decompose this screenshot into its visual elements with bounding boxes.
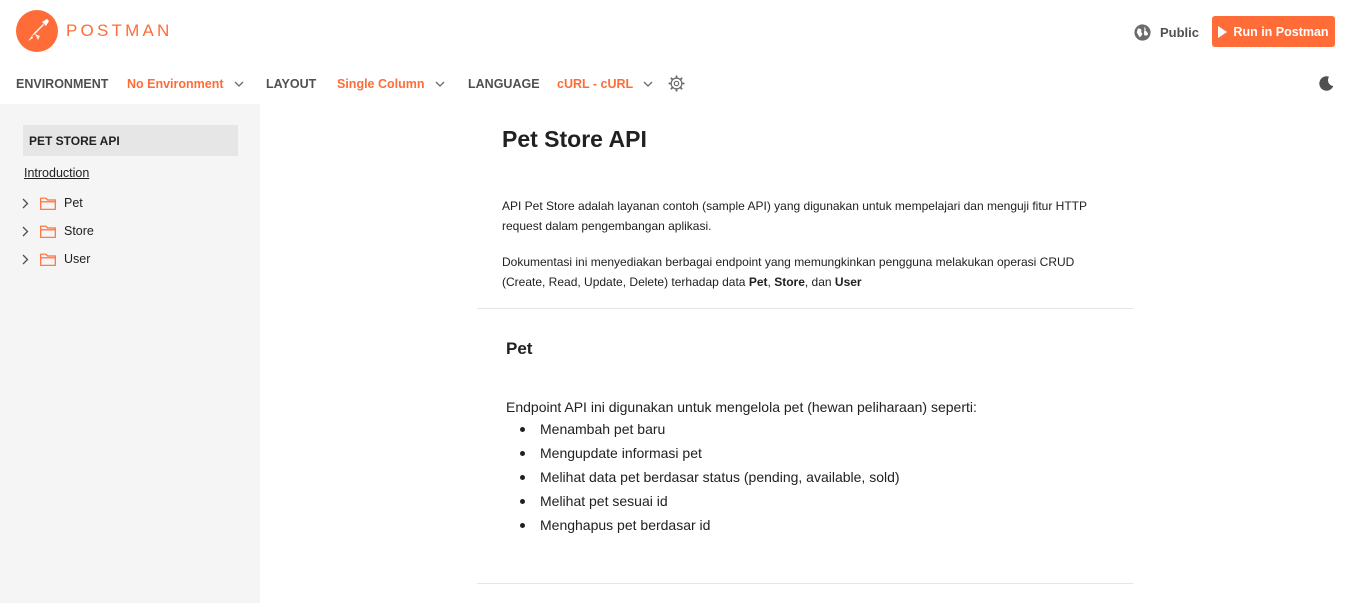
folder-label: Store bbox=[64, 224, 94, 238]
postman-logo[interactable]: POSTMAN bbox=[16, 10, 172, 52]
list-item: Menghapus pet berdasar id bbox=[516, 513, 900, 537]
folder-icon bbox=[40, 225, 56, 238]
list-item: Melihat pet sesuai id bbox=[516, 489, 900, 513]
environment-dropdown[interactable]: No Environment bbox=[127, 77, 244, 91]
folder-icon bbox=[40, 197, 56, 210]
run-in-postman-button[interactable]: Run in Postman bbox=[1212, 16, 1335, 47]
sidebar-folder-user[interactable]: User bbox=[18, 249, 90, 269]
public-label: Public bbox=[1160, 25, 1200, 40]
layout-dropdown[interactable]: Single Column bbox=[337, 77, 445, 91]
sidebar: PET STORE API Introduction Pet Store Use… bbox=[0, 104, 260, 603]
chevron-down-icon bbox=[435, 81, 444, 87]
top-bar: POSTMAN Public Run in Postman bbox=[0, 0, 1351, 64]
language-value: cURL - cURL bbox=[557, 77, 634, 91]
separator-text: , dan bbox=[804, 275, 835, 289]
section-title-pet: Pet bbox=[506, 339, 533, 358]
introduction-link[interactable]: Introduction bbox=[24, 166, 89, 180]
list-item: Mengupdate informasi pet bbox=[516, 441, 900, 465]
gear-icon[interactable] bbox=[668, 75, 685, 92]
language-dropdown[interactable]: cURL - cURL bbox=[557, 77, 653, 91]
public-visibility[interactable]: Public bbox=[1133, 23, 1199, 42]
section-divider bbox=[477, 583, 1133, 584]
layout-value: Single Column bbox=[337, 77, 425, 91]
sidebar-folder-pet[interactable]: Pet bbox=[18, 193, 83, 213]
section-intro: Endpoint API ini digunakan untuk mengelo… bbox=[506, 399, 977, 415]
folder-label: Pet bbox=[64, 196, 83, 210]
pet-operations-list: Menambah pet baru Mengupdate informasi p… bbox=[516, 417, 900, 537]
chevron-down-icon bbox=[643, 81, 653, 87]
chevron-right-icon[interactable] bbox=[18, 226, 32, 237]
section-divider bbox=[477, 308, 1133, 309]
folder-label: User bbox=[64, 252, 91, 266]
brand-name: POSTMAN bbox=[66, 21, 173, 40]
sidebar-folder-store[interactable]: Store bbox=[18, 221, 94, 241]
environment-value: No Environment bbox=[127, 77, 224, 91]
page-title: Pet Store API bbox=[502, 126, 647, 152]
chevron-right-icon[interactable] bbox=[18, 254, 32, 265]
chevron-down-icon bbox=[234, 81, 244, 87]
pet-emphasis: Pet bbox=[748, 275, 768, 289]
list-item: Menambah pet baru bbox=[516, 417, 900, 441]
play-icon bbox=[1218, 25, 1228, 38]
moon-icon[interactable] bbox=[1318, 75, 1335, 92]
intro-paragraph: API Pet Store adalah layanan contoh (sam… bbox=[502, 199, 1087, 233]
user-emphasis: User bbox=[834, 275, 862, 289]
chevron-right-icon[interactable] bbox=[18, 198, 32, 209]
store-emphasis: Store bbox=[774, 275, 805, 289]
language-label: LANGUAGE bbox=[468, 77, 540, 91]
layout-label: LAYOUT bbox=[266, 77, 317, 91]
crud-paragraph: Dokumentasi ini menyediakan berbagai end… bbox=[502, 252, 1102, 292]
run-button-label: Run in Postman bbox=[1233, 24, 1329, 39]
collection-title[interactable]: PET STORE API bbox=[23, 125, 238, 156]
list-item: Melihat data pet berdasar status (pendin… bbox=[516, 465, 900, 489]
postman-logo-icon bbox=[16, 10, 58, 52]
folder-icon bbox=[40, 253, 56, 266]
globe-icon bbox=[1134, 24, 1151, 41]
environment-label: ENVIRONMENT bbox=[16, 77, 109, 91]
